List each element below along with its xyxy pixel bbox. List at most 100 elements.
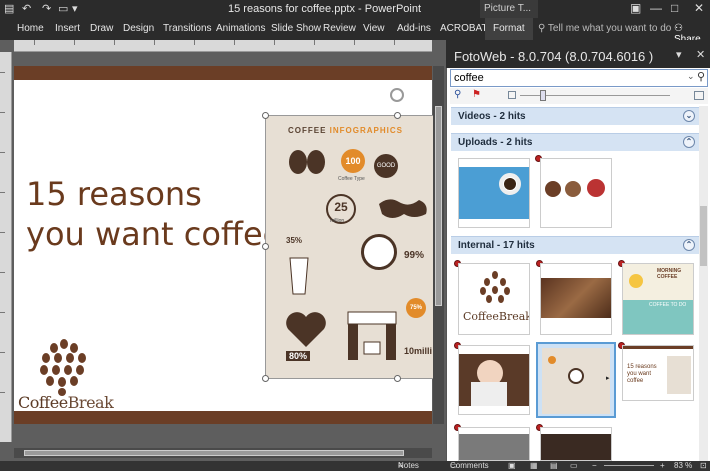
fotoweb-search-input[interactable]: [451, 70, 681, 86]
close-icon[interactable]: ✕: [694, 1, 704, 15]
resize-handle-bl[interactable]: [262, 375, 269, 382]
collapse-chevron-icon[interactable]: ⌃: [683, 239, 695, 251]
internal-thumb-infographic-selected[interactable]: ▸: [536, 342, 616, 418]
slideshow-icon[interactable]: ▭: [570, 461, 578, 470]
resize-handle-tc[interactable]: [394, 112, 401, 119]
internal-thumb-logo[interactable]: CoffeeBreak: [458, 263, 530, 335]
stat-75: 75%: [406, 298, 426, 318]
internal-thumb-beans[interactable]: [540, 263, 612, 335]
internal-thumb-slide[interactable]: 15 reasons you want coffee: [622, 345, 694, 401]
slide-title[interactable]: 15 reasons you want coffee: [26, 174, 286, 254]
title-bar: ▤ ↶ ↷ ▭ ▾ 15 reasons for coffee.pptx - P…: [0, 0, 710, 18]
scroll-thumb[interactable]: [700, 206, 707, 266]
rotate-handle-icon[interactable]: [390, 88, 404, 102]
tab-insert[interactable]: Insert: [55, 23, 80, 34]
slide-title-line1: 15 reasons: [26, 175, 202, 213]
present-icon[interactable]: ▭: [58, 2, 68, 15]
collapse-chevron-icon[interactable]: ⌃: [683, 136, 695, 148]
resize-handle-tl[interactable]: [262, 112, 269, 119]
zoom-in-icon[interactable]: +: [660, 461, 665, 470]
section-videos[interactable]: Videos - 2 hits ⌄: [451, 107, 699, 125]
tell-me-search[interactable]: ⚲ Tell me what you want to do: [538, 23, 671, 34]
tab-draw[interactable]: Draw: [90, 23, 113, 34]
lightbulb-icon: ⚲: [538, 23, 548, 34]
search-icon[interactable]: ⚲: [697, 70, 705, 83]
undo-icon[interactable]: ↶: [22, 2, 31, 15]
tab-design[interactable]: Design: [123, 23, 154, 34]
coffee-bean-icon: [289, 150, 325, 174]
large-thumb-icon[interactable]: [694, 91, 704, 100]
stat-10million: 10milli: [404, 346, 433, 356]
search-mode-icon[interactable]: ⚲: [454, 89, 461, 100]
thumb-menu-arrow-icon[interactable]: ▸: [606, 374, 610, 382]
tab-acrobat[interactable]: ACROBAT: [440, 23, 488, 34]
resize-handle-bc[interactable]: [394, 375, 401, 382]
maximize-icon[interactable]: □: [671, 1, 678, 15]
fotoweb-scrollbar[interactable]: [699, 106, 708, 461]
stat-99: 99%: [404, 250, 425, 261]
ribbon-display-icon[interactable]: ▣: [630, 1, 641, 15]
tab-slide-show[interactable]: Slide Show: [271, 23, 321, 34]
good-badge: GOOD: [374, 154, 398, 178]
slide-sorter-icon[interactable]: ▦: [530, 461, 538, 470]
infographic-image[interactable]: COFFEE INFOGRAPHICS 100 Coffee Type GOOD…: [265, 115, 437, 379]
infographic-title: COFFEE INFOGRAPHICS: [288, 126, 404, 135]
comments-label: Comments: [450, 461, 489, 470]
normal-view-icon[interactable]: ▣: [508, 461, 516, 470]
internal-thumb-7[interactable]: [458, 427, 530, 461]
slider-handle[interactable]: [540, 90, 546, 101]
tab-add-ins[interactable]: Add-ins: [397, 23, 431, 34]
upload-thumb-2[interactable]: [540, 158, 612, 228]
window-title: 15 reasons for coffee.pptx - PowerPoint: [228, 3, 422, 15]
vertical-ruler: [0, 52, 12, 442]
internal-thumb-woman[interactable]: [458, 345, 530, 415]
internal-thumb-morning[interactable]: MORNING COFFEE COFFEE TO DO: [622, 263, 694, 335]
tab-home[interactable]: Home: [17, 23, 44, 34]
dropdown-arrow-icon[interactable]: ⌄: [687, 71, 695, 82]
coffee-break-logo-text: CoffeeBreak: [18, 393, 114, 412]
tab-review[interactable]: Review: [323, 23, 356, 34]
tab-transitions[interactable]: Transitions: [163, 23, 212, 34]
redo-icon[interactable]: ↷: [42, 2, 51, 15]
ribbon-tabs: Home Insert Draw Design Transitions Anim…: [0, 18, 710, 45]
upload-thumb-1[interactable]: [458, 158, 530, 228]
status-bar: ≡ Notes ▭ Comments ▣ ▦ ▤ ▭ − + 83 % ⊡: [0, 461, 710, 471]
minimize-icon[interactable]: —: [650, 1, 662, 15]
small-thumb-icon[interactable]: [508, 91, 516, 99]
zoom-out-icon[interactable]: −: [592, 461, 597, 470]
fit-slide-icon[interactable]: ⊡: [700, 461, 707, 470]
section-internal[interactable]: Internal - 17 hits ⌃: [451, 236, 699, 254]
expand-chevron-icon[interactable]: ⌄: [683, 110, 695, 122]
iced-coffee-icon: [289, 257, 309, 295]
picture-tools-tab[interactable]: Picture T...: [480, 0, 538, 18]
pane-close-icon[interactable]: ✕: [696, 48, 705, 61]
zoom-level[interactable]: 83 %: [674, 461, 692, 470]
coffee-cup-icon: [361, 234, 397, 270]
reading-view-icon[interactable]: ▤: [550, 461, 558, 470]
pane-options-icon[interactable]: ▾: [676, 48, 682, 61]
coffee-beans-logo-icon: [480, 271, 510, 303]
resize-handle-ml[interactable]: [262, 243, 269, 250]
person-icon: ⚇: [674, 23, 683, 34]
fotoweb-search[interactable]: ⌄ ⚲: [450, 69, 708, 87]
heart-beans-icon: [286, 312, 326, 347]
vertical-scrollbar[interactable]: [433, 66, 444, 424]
save-icon[interactable]: ▤: [4, 2, 14, 15]
mini-slide-title: 15 reasons you want coffee: [627, 364, 657, 384]
pin-icon[interactable]: ⚑: [472, 89, 481, 100]
customize-icon[interactable]: ▾: [72, 2, 78, 15]
zoom-slider[interactable]: [604, 465, 654, 466]
section-internal-label: Internal - 17 hits: [458, 240, 535, 251]
horizontal-scrollbar[interactable]: [14, 448, 432, 458]
tab-format[interactable]: Format: [485, 18, 533, 40]
slide-bottom-band: [14, 411, 432, 424]
stat-35: 35%: [286, 236, 303, 245]
scroll-thumb[interactable]: [435, 106, 442, 306]
section-uploads[interactable]: Uploads - 2 hits ⌃: [451, 133, 699, 151]
coffee-break-thumb-text: CoffeeBreak: [463, 310, 530, 323]
stat-80: 80%: [286, 351, 311, 361]
tab-view[interactable]: View: [363, 23, 385, 34]
scroll-thumb[interactable]: [24, 450, 404, 456]
internal-thumb-8[interactable]: [540, 427, 612, 461]
tab-animations[interactable]: Animations: [216, 23, 265, 34]
